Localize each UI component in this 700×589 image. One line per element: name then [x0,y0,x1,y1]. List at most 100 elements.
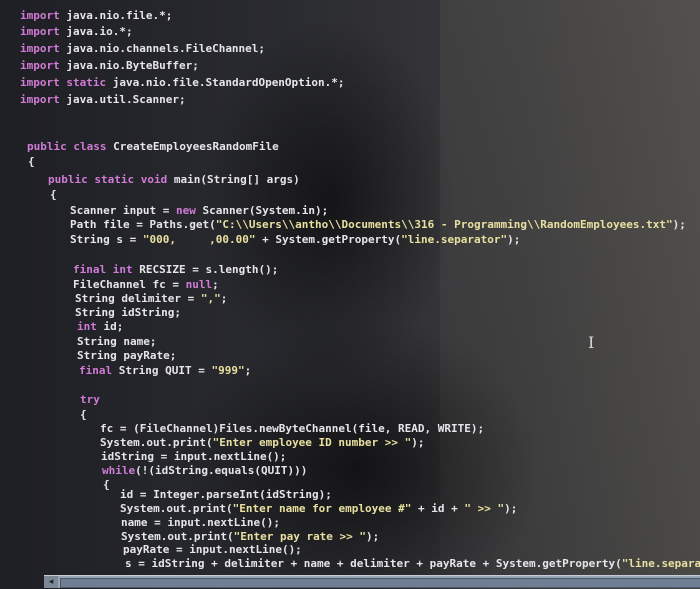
code-keyword: import [20,25,60,38]
code-string: "Enter employee ID number >> " [212,436,412,449]
code-line: { [28,155,35,169]
code-text: Path file = Paths.get( [70,218,216,231]
code-line: public class CreateEmployeesRandomFile [27,140,279,154]
code-keyword: while [102,464,136,477]
code-line: id = Integer.parseInt(idString); [120,488,332,502]
code-line: import java.nio.channels.FileChannel; [20,42,265,56]
code-keyword: import [20,9,60,22]
code-text: (!(idString.equals(QUIT))) [135,464,308,477]
code-text: String s = [70,233,143,246]
code-line: int id; [77,320,123,334]
photo-of-monitor: import java.nio.file.*; import java.io.*;… [0,0,700,589]
code-text: main(String[] args) [167,173,300,186]
code-line: import static java.nio.file.StandardOpen… [20,76,345,90]
code-keyword: final [79,364,113,377]
code-text: ; [212,278,219,291]
code-text: java.nio.channels.FileChannel; [59,42,266,55]
code-line: String idString; [75,306,181,320]
code-line: import java.util.Scanner; [20,93,186,107]
code-keyword: final [73,263,107,276]
code-line: final String QUIT = "999"; [79,364,251,378]
code-line: while(!(idString.equals(QUIT))) [102,464,307,478]
code-line: payRate = input.nextLine(); [123,543,302,557]
code-line: import java.nio.file.*; [20,9,172,23]
code-text: name = input.nextLine(); [121,516,280,529]
code-text: ; [220,292,228,305]
code-text: CreateEmployeesRandomFile [106,140,279,153]
code-text: { [103,478,110,491]
code-text: + System.getProperty( [255,233,402,246]
code-line: String name; [77,335,156,349]
code-text: ; [244,364,252,377]
code-keyword: static [66,76,107,89]
code-line: final int RECSIZE = s.length(); [73,263,278,277]
code-text: id = Integer.parseInt(idString); [120,488,332,501]
code-text: FileChannel fc = [73,278,186,291]
code-text: System.out.print( [100,436,213,449]
code-text: String idString; [75,306,181,319]
code-keyword: null [185,278,213,291]
code-string: " >> " [464,502,505,515]
code-keyword: try [80,393,100,406]
code-keyword: class [73,140,107,153]
code-string: "C:\\Users\\antho\\Documents\\316 - Prog… [215,218,673,231]
code-text: s = idString + delimiter + name + delimi… [125,557,622,570]
code-text: id; [96,320,124,333]
code-text: payRate = input.nextLine(); [123,543,302,556]
code-text: String name; [77,335,157,348]
code-string: "line.separator" [401,233,508,246]
scrollbar-thumb[interactable] [60,578,700,588]
screen-glare [440,0,700,589]
code-keyword: new [175,204,196,217]
text-cursor-icon: I [588,333,595,352]
code-text: java.util.Scanner; [59,93,186,106]
code-line: { [103,478,110,492]
code-text: ); [507,233,521,246]
code-text: java.nio.file.*; [59,9,173,22]
code-keyword: static [94,173,135,186]
code-text: System.out.print( [121,530,234,543]
code-line: s = idString + delimiter + name + delimi… [125,557,700,571]
code-line: { [50,188,57,202]
code-keyword: import [20,93,60,106]
code-keyword: int [112,263,133,276]
code-text: fc = (FileChannel)Files.newByteChannel(f… [100,422,485,435]
code-line: System.out.print("Enter employee ID numb… [100,436,425,450]
code-line: name = input.nextLine(); [121,516,280,530]
code-line: import java.io.*; [20,25,133,39]
code-string: "line.separator" [621,557,700,570]
code-line: System.out.print("Enter pay rate >> "); [121,530,379,544]
code-line: idString = input.nextLine(); [101,450,286,464]
code-text: ); [411,436,425,449]
code-string: "999" [211,364,245,377]
code-text: idString = input.nextLine(); [101,450,287,463]
code-text: String payRate; [77,349,177,362]
code-keyword: import [20,59,60,72]
code-string: "Enter name for employee #" [232,502,412,515]
code-text: Scanner(System.in); [195,204,329,217]
code-line: String payRate; [77,349,176,363]
code-text: java.io.*; [59,25,133,38]
code-line: { [80,408,87,422]
code-text: RECSIZE = s.length(); [132,263,279,276]
horizontal-scrollbar[interactable]: ◂ [44,575,700,588]
code-string: "000, ,00.00" [142,233,256,246]
code-line: String delimiter = ","; [75,292,227,306]
code-text: Scanner input = [70,204,176,217]
code-string: "," [200,292,221,305]
code-keyword: import [20,76,60,89]
code-text: { [50,188,57,201]
scroll-left-arrow-icon[interactable]: ◂ [44,576,58,588]
code-text: + id + [411,502,465,515]
code-text: String delimiter = [75,292,201,305]
code-text: ); [504,502,518,515]
code-keyword: import [20,42,60,55]
code-line: try [80,393,100,407]
code-line: Path file = Paths.get("C:\\Users\\antho\… [70,218,686,232]
code-line: String s = "000, ,00.00" + System.getPro… [70,233,520,247]
code-text: String QUIT = [112,364,212,377]
code-text: ); [366,530,380,543]
code-line: import java.nio.ByteBuffer; [20,59,199,73]
